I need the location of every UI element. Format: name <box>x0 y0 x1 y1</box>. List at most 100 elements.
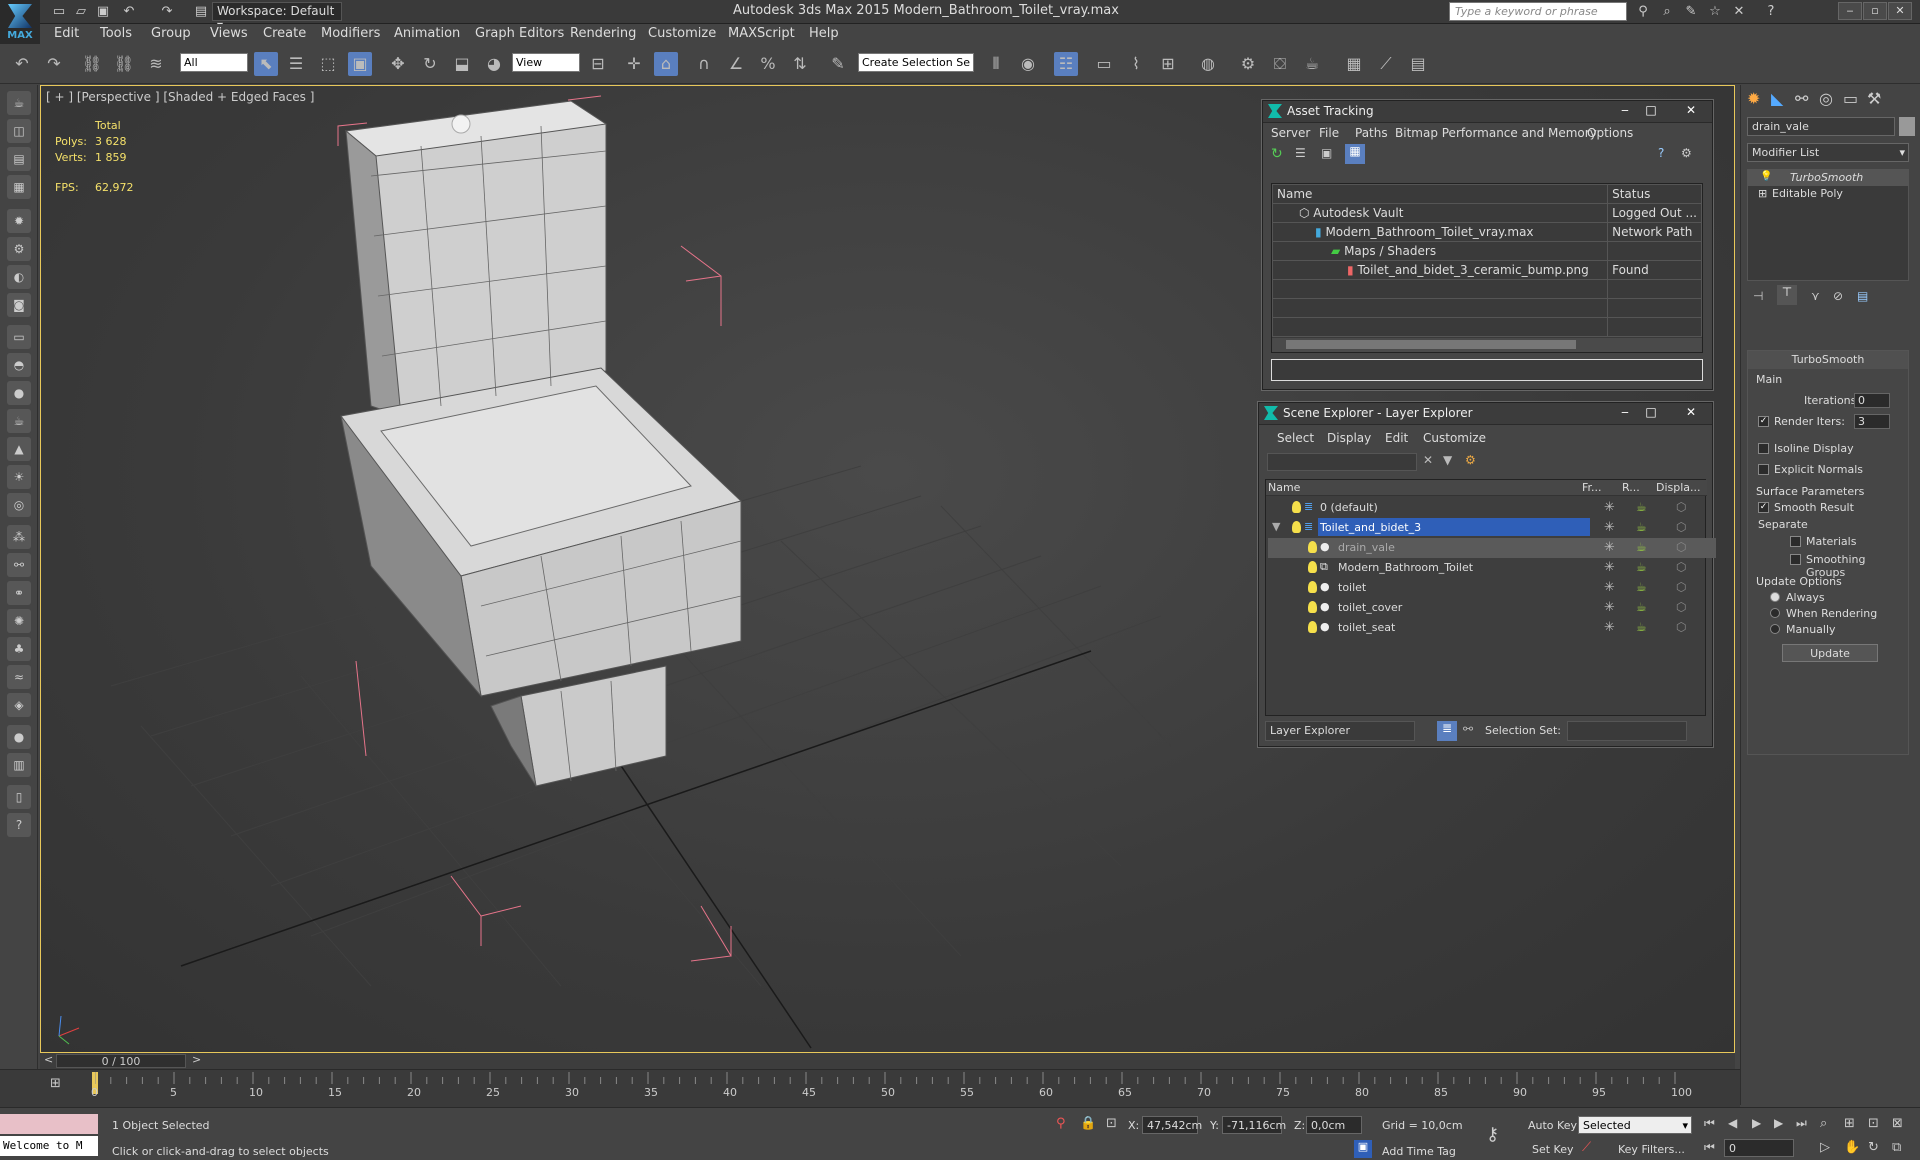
dynamics-icon[interactable]: ✺ <box>7 609 31 633</box>
helper-icon[interactable]: ⚭ <box>7 581 31 605</box>
layer-row[interactable]: ▼ ≣ Toilet_and_bidet_3 ✳ ☕ ⬡ <box>1268 518 1716 538</box>
render-iters-spinner[interactable]: 3 <box>1854 414 1890 429</box>
freeze-icon[interactable]: ✳ <box>1604 580 1615 595</box>
snaps-toggle-icon[interactable]: ∩ <box>692 52 716 76</box>
mirror-icon[interactable]: ⫴ <box>984 52 1008 76</box>
asset-row[interactable]: ▮ Modern_Bathroom_Toilet_vray.max Network… <box>1271 222 1702 242</box>
grid-icon[interactable]: ▦ <box>7 175 31 199</box>
set-key-button[interactable]: Set Key <box>1532 1143 1574 1156</box>
render-teapot-icon[interactable]: ☕ <box>1636 540 1647 554</box>
viewport-label-menu[interactable]: [ + ] [Perspective ] [Shaded + Edged Fac… <box>46 90 314 104</box>
render-icon[interactable]: ◫ <box>7 119 31 143</box>
smooth-result-checkbox[interactable]: ✓ <box>1758 502 1769 513</box>
display-box-icon[interactable]: ⬡ <box>1676 540 1686 554</box>
sun-icon[interactable]: ☀ <box>7 465 31 489</box>
place-icon[interactable]: ◕ <box>482 52 506 76</box>
turbosmooth-rollout-header[interactable]: TurboSmooth <box>1748 351 1908 369</box>
key-filters-button[interactable]: Key Filters... <box>1618 1143 1685 1156</box>
scale-icon[interactable]: ⬓ <box>450 52 474 76</box>
pan-icon[interactable]: ✋ <box>1844 1140 1860 1155</box>
render-teapot-icon[interactable]: ☕ <box>1636 500 1647 514</box>
modifier-bulb-icon[interactable]: 💡 <box>1760 171 1772 182</box>
reference-coordinate-dropdown[interactable]: View <box>512 53 580 72</box>
material-sphere-icon[interactable]: ● <box>7 725 31 749</box>
absolute-mode-icon[interactable]: ⊡ <box>1106 1116 1117 1131</box>
visibility-bulb-icon[interactable] <box>1308 601 1317 613</box>
x-coordinate-field[interactable]: 47,542cm <box>1142 1116 1202 1134</box>
z-coordinate-field[interactable]: 0,0cm <box>1306 1116 1362 1134</box>
minimize-window-button[interactable]: ‒ <box>1838 2 1862 20</box>
maximize-viewport-icon[interactable]: ⧉ <box>1892 1140 1901 1155</box>
asset-close-button[interactable]: ✕ <box>1681 103 1701 119</box>
update-when-rendering-radio[interactable] <box>1770 608 1780 618</box>
curve-editor-icon[interactable]: ⌇ <box>1124 52 1148 76</box>
hair-fur-icon[interactable]: ≈ <box>7 665 31 689</box>
freeze-icon[interactable]: ✳ <box>1604 620 1615 635</box>
y-coordinate-field[interactable]: -71,116cm <box>1222 1116 1286 1134</box>
binoculars-icon[interactable]: ⚲ <box>1634 3 1652 21</box>
asset-row[interactable]: ▰ Maps / Shaders <box>1271 241 1702 261</box>
rotate-icon[interactable]: ↻ <box>418 52 442 76</box>
make-unique-icon[interactable]: ⋎ <box>1811 289 1820 303</box>
asset-menu-bitmap-performance[interactable]: Bitmap Performance and Memory <box>1395 126 1597 140</box>
layer-column-frozen[interactable]: Fr... <box>1582 481 1602 494</box>
field-of-view-icon[interactable]: ▷ <box>1820 1140 1830 1155</box>
update-button[interactable]: Update <box>1782 644 1878 662</box>
vray-frame-buffer-icon[interactable]: ▦ <box>1342 52 1366 76</box>
menu-modifiers[interactable]: Modifiers <box>321 26 380 41</box>
maxscript-listener-output[interactable]: Welcome to M <box>0 1136 98 1156</box>
scene-states-icon[interactable]: ▥ <box>7 753 31 777</box>
refresh-icon[interactable]: ↻ <box>1271 146 1283 162</box>
menu-tools[interactable]: Tools <box>100 26 132 41</box>
named-selection-set-dropdown[interactable]: Create Selection Se <box>858 53 974 72</box>
freeze-icon[interactable]: ✳ <box>1604 500 1615 515</box>
display-box-icon[interactable]: ⬡ <box>1676 600 1686 614</box>
keyword-search-input[interactable]: Type a keyword or phrase <box>1449 2 1627 21</box>
percent-snap-icon[interactable]: % <box>756 52 780 76</box>
help-icon[interactable]: ? <box>1762 3 1780 21</box>
gear-icon[interactable]: ⚙ <box>7 237 31 261</box>
visibility-bulb-icon[interactable] <box>1308 581 1317 593</box>
material-editor-icon[interactable]: ◍ <box>1196 52 1220 76</box>
teapot-icon[interactable]: ☕ <box>7 91 31 115</box>
window-crossing-icon[interactable]: ▣ <box>348 52 372 76</box>
select-manipulate-icon[interactable]: ✛ <box>622 52 646 76</box>
utilities-tab-icon[interactable]: ⚒ <box>1867 89 1881 108</box>
play-icon[interactable]: ▶ <box>1752 1116 1761 1130</box>
asset-horizontal-scrollbar[interactable] <box>1272 338 1702 352</box>
edit-named-selection-icon[interactable]: ✎ <box>826 52 850 76</box>
align-icon[interactable]: ◉ <box>1016 52 1040 76</box>
pivot-center-icon[interactable]: ⊟ <box>586 52 610 76</box>
modifier-stack-item[interactable]: 💡 TurboSmooth <box>1748 170 1908 186</box>
asset-column-name[interactable]: Name <box>1271 184 1609 204</box>
new-file-icon[interactable]: ▭ <box>50 3 68 21</box>
remove-modifier-icon[interactable]: ⊘ <box>1833 289 1843 303</box>
zoom-all-icon[interactable]: ⊞ <box>1844 1116 1855 1131</box>
display-box-icon[interactable]: ⬡ <box>1676 560 1686 574</box>
layer-manager-icon[interactable]: ☷ <box>1054 52 1078 76</box>
explorer-maximize-button[interactable]: □ <box>1641 405 1661 421</box>
project-folder-icon[interactable]: ▤ <box>192 3 210 21</box>
bones-icon[interactable]: ⚯ <box>7 553 31 577</box>
scene-explorer-titlebar[interactable]: Scene Explorer - Layer Explorer ‒ □ ✕ <box>1259 403 1712 425</box>
zoom-icon[interactable]: ⌕ <box>1820 1116 1827 1131</box>
asset-help-icon[interactable]: ? <box>1658 146 1664 160</box>
freeze-icon[interactable]: ✳ <box>1604 540 1615 555</box>
display-box-icon[interactable]: ⬡ <box>1676 620 1686 634</box>
unlink-icon[interactable]: ⛓ <box>112 52 136 76</box>
light-bulb-icon[interactable]: ✹ <box>7 209 31 233</box>
selection-lock-icon[interactable]: 🔒 <box>1080 1116 1096 1131</box>
explorer-mode-dropdown[interactable]: Layer Explorer <box>1265 721 1415 741</box>
asset-menu-paths[interactable]: Paths <box>1355 126 1388 140</box>
magnet-icon[interactable]: ◐ <box>7 265 31 289</box>
hierarchy-icon[interactable]: ⚯ <box>1463 722 1473 736</box>
render-teapot-icon[interactable]: ☕ <box>1636 600 1647 614</box>
layer-column-renderable[interactable]: R... <box>1622 481 1640 494</box>
object-row[interactable]: ● toilet_cover ✳ ☕ ⬡ <box>1268 598 1716 618</box>
asset-scroll-thumb[interactable] <box>1286 340 1576 349</box>
asset-menu-server[interactable]: Server <box>1271 126 1310 140</box>
expand-plus-icon[interactable]: ⊞ <box>1758 187 1767 200</box>
track-bar[interactable]: ⊞ 0 5 10 15 20 25 30 35 40 45 50 55 60 65 70 75 80 85 90 95… <box>0 1069 1740 1107</box>
explorer-search-input[interactable] <box>1267 453 1417 471</box>
modify-tab-icon[interactable]: ◣ <box>1771 89 1783 108</box>
